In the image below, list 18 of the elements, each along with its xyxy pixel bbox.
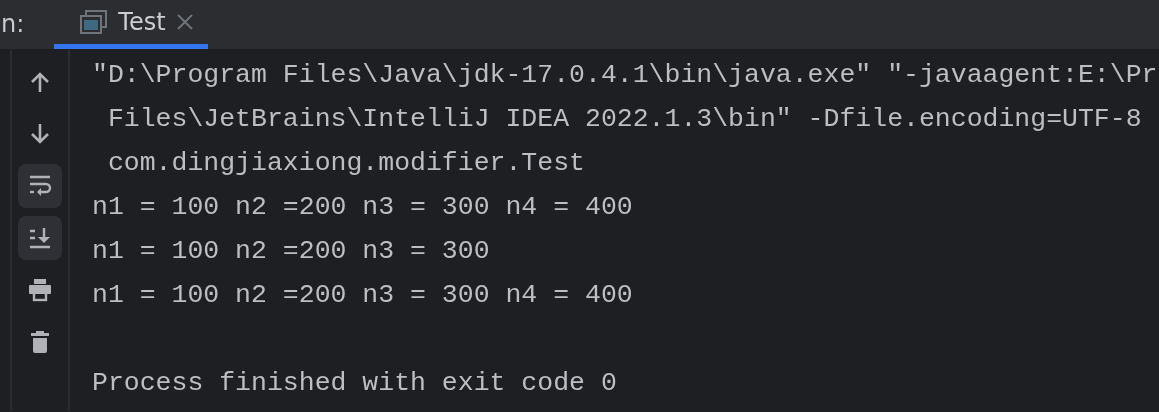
trash-icon <box>28 330 52 354</box>
scroll-to-end-icon <box>28 226 52 250</box>
output-line: n1 = 100 n2 =200 n3 = 300 <box>92 235 491 268</box>
command-line: "D:\Program Files\Java\jdk-17.0.4.1\bin\java.exe" "-javaagent:E:\Pr <box>92 59 1159 92</box>
printer-icon <box>28 278 52 302</box>
close-icon[interactable] <box>175 12 194 31</box>
soft-wrap-button[interactable] <box>18 164 62 208</box>
command-line: com.dingjiaxiong.modifier.Test <box>106 147 586 180</box>
run-tab[interactable]: Test <box>54 0 208 49</box>
window-icon <box>80 9 109 34</box>
command-line: Files\JetBrains\IntelliJ IDEA 2022.1.3\bin" -Dfile.encoding=UTF-8 <box>106 103 1143 136</box>
panel-label: n: <box>1 9 25 40</box>
soft-wrap-icon <box>28 174 52 198</box>
output-line: n1 = 100 n2 =200 n3 = 300 n4 = 400 <box>92 279 634 312</box>
arrow-down-icon <box>28 122 52 146</box>
exit-message: Process finished with exit code 0 <box>92 367 618 400</box>
scroll-to-end-button[interactable] <box>18 216 62 260</box>
output-line: n1 = 100 n2 =200 n3 = 300 n4 = 400 <box>92 191 634 224</box>
